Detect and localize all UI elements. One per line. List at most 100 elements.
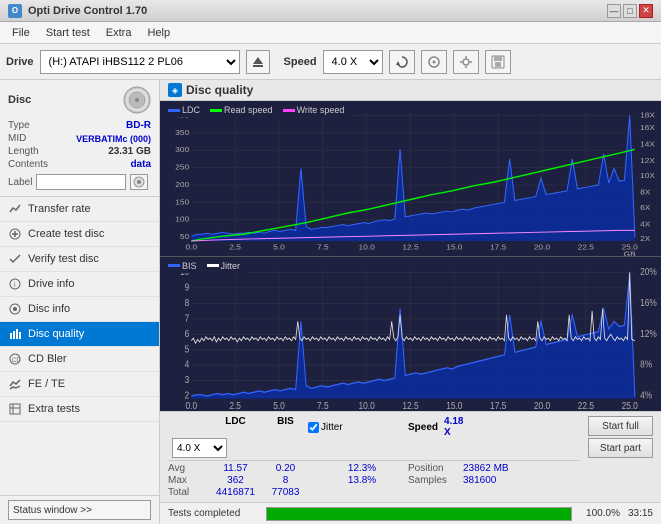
disc-section-title: Disc <box>8 94 31 106</box>
status-window-button[interactable]: Status window >> <box>8 500 151 520</box>
svg-text:20%: 20% <box>640 266 657 277</box>
ldc-legend-label: LDC <box>182 105 200 115</box>
svg-text:22.5: 22.5 <box>578 243 595 252</box>
refresh-button[interactable] <box>389 50 415 74</box>
svg-text:12.5: 12.5 <box>402 243 419 252</box>
svg-text:0.0: 0.0 <box>186 243 198 252</box>
nav-fe-te[interactable]: FE / TE <box>0 372 159 397</box>
speed-col-header: Speed <box>408 422 438 433</box>
left-panel: Disc Type BD-R MID VERBATIMc (000) Lengt… <box>0 80 160 524</box>
svg-text:17.5: 17.5 <box>490 243 507 252</box>
svg-text:12X: 12X <box>640 156 656 165</box>
nav-disc-quality[interactable]: Disc quality <box>0 322 159 347</box>
title-bar: O Opti Drive Control 1.70 — □ ✕ <box>0 0 661 22</box>
menu-help[interactable]: Help <box>139 25 178 41</box>
position-val: 23862 MB <box>463 463 523 474</box>
type-label: Type <box>8 120 30 131</box>
eject-button[interactable] <box>246 50 270 74</box>
svg-text:17.5: 17.5 <box>490 400 506 411</box>
nav-extra-tests[interactable]: Extra tests <box>0 397 159 422</box>
nav-disc-info[interactable]: Disc info <box>0 297 159 322</box>
type-value: BD-R <box>126 120 151 131</box>
svg-text:50: 50 <box>180 232 190 241</box>
svg-text:15.0: 15.0 <box>446 400 462 411</box>
svg-text:10X: 10X <box>640 172 656 181</box>
svg-text:2.5: 2.5 <box>229 400 241 411</box>
svg-text:2.5: 2.5 <box>229 243 241 252</box>
nav-create-test-disc[interactable]: Create test disc <box>0 222 159 247</box>
svg-text:14X: 14X <box>640 140 656 149</box>
nav-transfer-rate[interactable]: Transfer rate <box>0 197 159 222</box>
chart-header: ◈ Disc quality <box>160 80 661 101</box>
write-speed-legend-color <box>283 109 295 112</box>
start-full-button[interactable]: Start full <box>588 416 653 436</box>
jitter-legend-label: Jitter <box>221 261 241 271</box>
progress-label: Tests completed <box>168 508 258 519</box>
menu-extra[interactable]: Extra <box>98 25 140 41</box>
progress-bar-inner <box>267 508 571 520</box>
start-buttons: Start full Start part <box>588 416 653 458</box>
nav-disc-info-label: Disc info <box>28 303 70 315</box>
svg-text:4X: 4X <box>640 220 651 229</box>
drive-select[interactable]: (H:) ATAPI iHBS112 2 PL06 <box>40 50 240 74</box>
close-button[interactable]: ✕ <box>639 4 653 18</box>
drive-info-icon: i <box>8 277 22 291</box>
fe-te-icon <box>8 377 22 391</box>
minimize-button[interactable]: — <box>607 4 621 18</box>
svg-text:200: 200 <box>175 180 189 189</box>
svg-text:6: 6 <box>185 328 190 339</box>
svg-text:350: 350 <box>175 128 189 137</box>
speed-select-stats[interactable]: 4.0 X <box>172 438 227 458</box>
speed-info-row: Speed 4.18 X <box>408 416 463 438</box>
save-button[interactable] <box>485 50 511 74</box>
jitter-checkbox[interactable] <box>308 422 319 433</box>
maximize-button[interactable]: □ <box>623 4 637 18</box>
svg-text:5.0: 5.0 <box>273 243 285 252</box>
svg-text:4: 4 <box>185 358 190 369</box>
svg-text:16%: 16% <box>640 297 657 308</box>
jitter-legend-color <box>207 264 219 267</box>
nav-cd-bler[interactable]: CD CD Bler <box>0 347 159 372</box>
svg-text:2X: 2X <box>640 234 651 243</box>
total-label: Total <box>168 487 208 498</box>
nav-section: Transfer rate Create test disc Verify te… <box>0 197 159 495</box>
disc-button[interactable] <box>421 50 447 74</box>
svg-text:100: 100 <box>175 215 189 224</box>
length-label: Length <box>8 146 39 157</box>
svg-text:5.0: 5.0 <box>273 400 285 411</box>
menu-bar: File Start test Extra Help <box>0 22 661 44</box>
mid-value: VERBATIMc (000) <box>76 134 151 144</box>
nav-drive-info[interactable]: i Drive info <box>0 272 159 297</box>
nav-fe-te-label: FE / TE <box>28 378 65 390</box>
settings-button[interactable] <box>453 50 479 74</box>
nav-verify-test-disc[interactable]: Verify test disc <box>0 247 159 272</box>
progress-area: Tests completed 100.0% 33:15 <box>160 502 661 524</box>
contents-label: Contents <box>8 159 48 170</box>
svg-text:20.0: 20.0 <box>534 243 551 252</box>
svg-text:GB: GB <box>624 250 636 256</box>
svg-text:6X: 6X <box>640 203 651 212</box>
speed-select[interactable]: 4.0 X <box>323 50 383 74</box>
speed-label: Speed <box>284 56 317 68</box>
label-input[interactable] <box>36 174 126 190</box>
nav-extra-tests-label: Extra tests <box>28 403 80 415</box>
menu-start-test[interactable]: Start test <box>38 25 98 41</box>
length-value: 23.31 GB <box>108 146 151 157</box>
disc-section: Disc Type BD-R MID VERBATIMc (000) Lengt… <box>0 80 159 197</box>
svg-text:5: 5 <box>185 343 190 354</box>
speed-val: 4.18 X <box>444 416 463 438</box>
nav-transfer-rate-label: Transfer rate <box>28 203 91 215</box>
menu-file[interactable]: File <box>4 25 38 41</box>
start-part-button[interactable]: Start part <box>588 438 653 458</box>
svg-text:18X: 18X <box>640 111 656 120</box>
svg-text:10.0: 10.0 <box>359 400 375 411</box>
nav-disc-quality-label: Disc quality <box>28 328 84 340</box>
read-speed-legend-label: Read speed <box>224 105 273 115</box>
label-icon-button[interactable] <box>130 174 148 190</box>
nav-verify-test-disc-label: Verify test disc <box>28 253 99 265</box>
samples-val: 381600 <box>463 475 523 486</box>
stats-empty <box>168 416 208 438</box>
ldc-legend-color <box>168 109 180 112</box>
svg-text:3: 3 <box>185 374 190 385</box>
app-title: Opti Drive Control 1.70 <box>28 5 147 17</box>
